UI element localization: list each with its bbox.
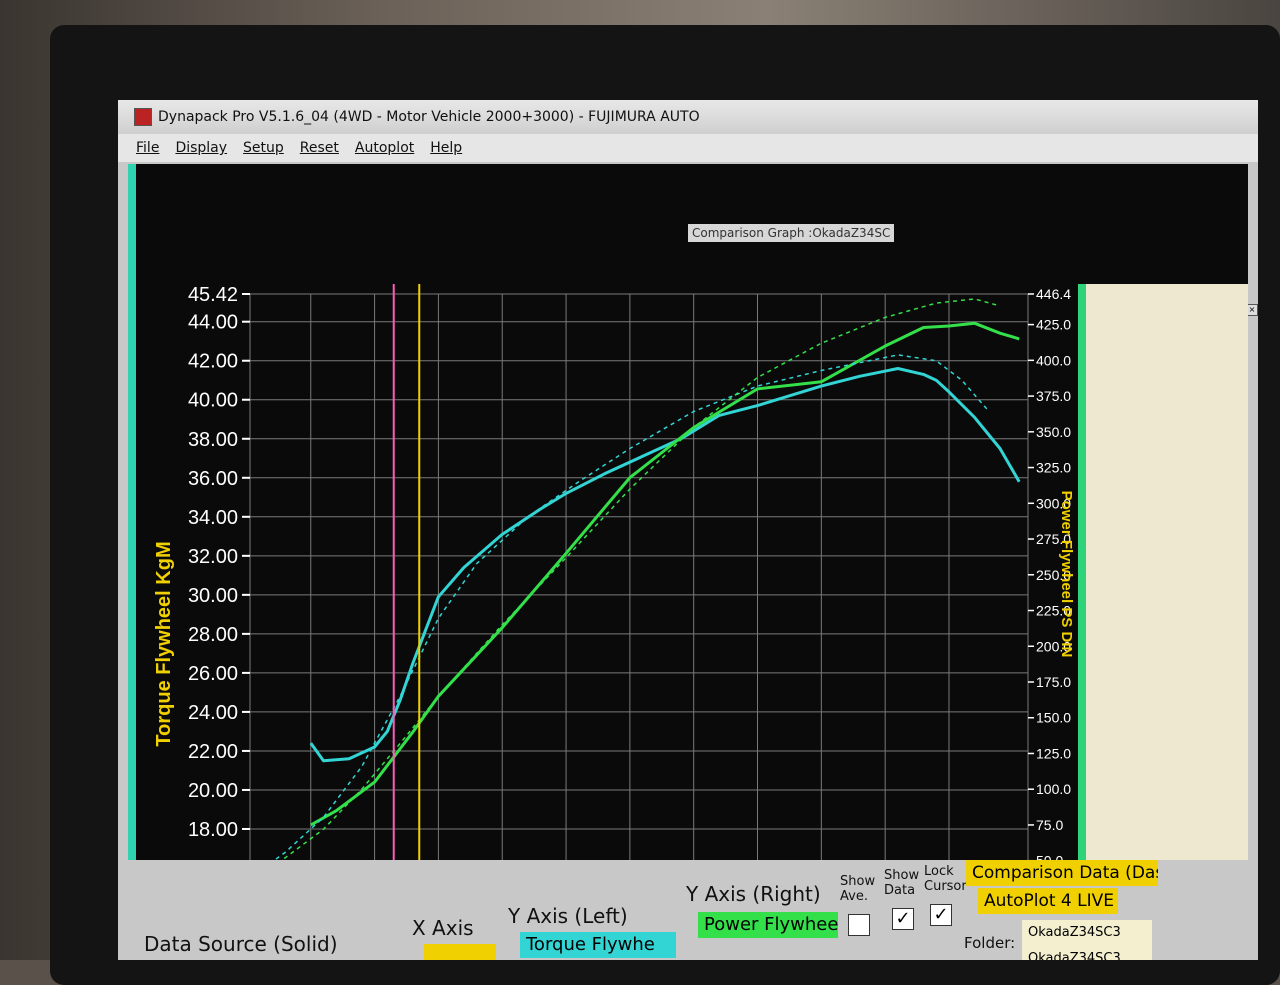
menu-bar: File Display Setup Reset Autoplot Help <box>118 134 1258 162</box>
y-left-tick-label-2: 20.00 <box>188 780 238 802</box>
show-ave-checkbox[interactable] <box>848 914 870 936</box>
y-right-tick-label-17: 446.4 <box>1036 286 1071 302</box>
y-left-tick-label-9: 34.00 <box>188 507 238 529</box>
series-line-1 <box>310 321 1020 827</box>
y-left-tick-label-7: 30.00 <box>188 585 238 607</box>
y-left-tick-label-11: 38.00 <box>188 429 238 451</box>
lock-cursor-label: Lock Cursor <box>924 864 967 894</box>
data-source-label: Data Source (Solid) <box>144 932 338 956</box>
side-panel <box>1086 284 1248 924</box>
y-axis-right-title: Power Flywheel PS DIN <box>1058 491 1075 658</box>
chart-grid <box>249 293 1029 885</box>
y-right-tick-label-16: 425.0 <box>1036 317 1071 333</box>
y-right-tick-label-4: 125.0 <box>1036 745 1071 761</box>
show-data-checkbox[interactable]: ✓ <box>892 908 914 930</box>
y-right-tick-label-5: 150.0 <box>1036 710 1071 726</box>
y-axis-left-title: Torque Flywheel KgM <box>153 541 175 746</box>
y-right-tick-label-6: 175.0 <box>1036 674 1071 690</box>
y-right-tick-label-3: 100.0 <box>1036 781 1071 797</box>
y-left-tick-label-12: 40.00 <box>188 390 238 412</box>
menu-setup[interactable]: Setup <box>243 140 284 156</box>
folder-input[interactable]: OkadaZ34SC3 <box>1022 920 1152 946</box>
title-bar: Dynapack Pro V5.1.6_04 (4WD - Motor Vehi… <box>118 100 1258 134</box>
x-axis-select[interactable] <box>424 944 496 960</box>
y-left-tick-label-13: 42.00 <box>188 351 238 373</box>
y-right-tick-label-14: 375.0 <box>1036 388 1071 404</box>
y-axis-right-label: Y Axis (Right) <box>686 882 821 906</box>
y-right-tick-label-2: 75.0 <box>1036 817 1063 833</box>
y-left-tick-label-3: 22.00 <box>188 741 238 763</box>
y-left-tick-label-10: 36.00 <box>188 468 238 490</box>
series-line-2 <box>249 354 988 879</box>
menu-help[interactable]: Help <box>430 140 462 156</box>
comparison-data-label: Comparison Data (Dash) <box>966 860 1158 886</box>
show-data-label: Show Data <box>884 868 920 898</box>
y-left-tick-label-4: 24.00 <box>188 702 238 724</box>
y-left-tick-label-8: 32.00 <box>188 546 238 568</box>
comparison-data-select[interactable]: AutoPlot 4 LIVE <box>978 888 1118 914</box>
y-right-tick-label-15: 400.0 <box>1036 352 1071 368</box>
control-panel: Data Source (Solid) X Axis Y Axis (Left)… <box>118 860 1258 960</box>
menu-display[interactable]: Display <box>175 140 227 156</box>
dyno-chart: 1524200025003000350040004500500055006000… <box>153 284 1075 916</box>
lock-cursor-checkbox[interactable]: ✓ <box>930 904 952 926</box>
y-left-tick-label-15: 45.42 <box>188 284 238 306</box>
menu-reset[interactable]: Reset <box>300 140 339 156</box>
y-left-tick-label-1: 18.00 <box>188 819 238 841</box>
x-axis-label: X Axis <box>412 916 474 940</box>
plot-frame <box>249 293 1029 885</box>
y-left-tick-label-14: 44.00 <box>188 312 238 334</box>
folder-label: Folder: <box>964 934 1016 952</box>
y-axis-left-select[interactable]: Torque Flywhe <box>520 932 676 958</box>
y-axis-left-label: Y Axis (Left) <box>508 904 628 928</box>
folder-input-2[interactable]: OkadaZ34SC3 <box>1022 946 1152 960</box>
y-left-tick-label-5: 26.00 <box>188 663 238 685</box>
chart-series <box>249 298 1021 880</box>
menu-autoplot[interactable]: Autoplot <box>355 140 414 156</box>
y-left-tick-label-6: 28.00 <box>188 624 238 646</box>
window-title: Dynapack Pro V5.1.6_04 (4WD - Motor Vehi… <box>158 109 700 125</box>
comparison-graph-title: Comparison Graph :OkadaZ34SC <box>688 224 895 242</box>
y-axis-right-select[interactable]: Power Flywhee <box>698 912 838 938</box>
y-right-tick-label-12: 325.0 <box>1036 460 1071 476</box>
app-window: Dynapack Pro V5.1.6_04 (4WD - Motor Vehi… <box>118 100 1258 960</box>
graph-area: 1524200025003000350040004500500055006000… <box>128 164 1258 960</box>
chart-cursors[interactable] <box>392 284 421 874</box>
right-border-stripe <box>1078 284 1086 924</box>
y-right-tick-label-13: 350.0 <box>1036 424 1071 440</box>
show-ave-label: Show Ave. <box>840 874 876 904</box>
app-icon <box>134 108 152 126</box>
menu-file[interactable]: File <box>136 140 159 156</box>
